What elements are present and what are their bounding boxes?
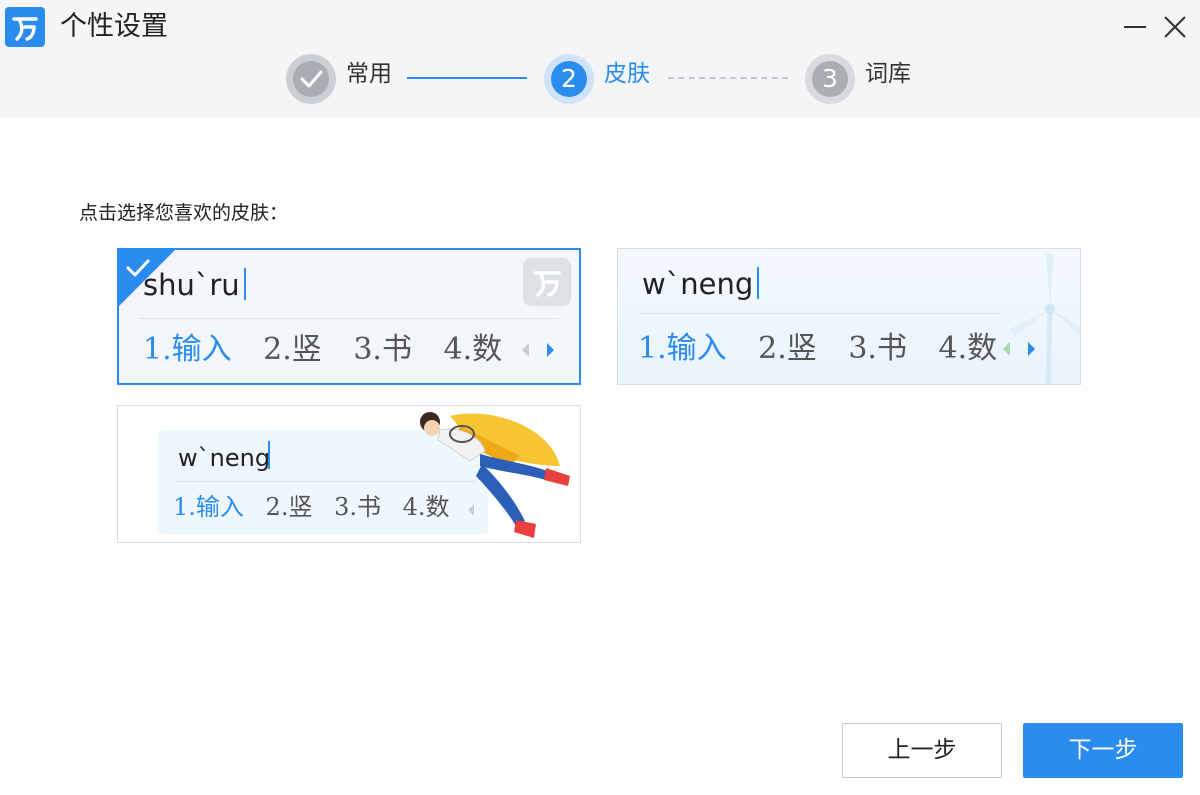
skin-option-windmill[interactable]: w`neng 1.输入 2.竖 3.书 4.数 <box>617 248 1081 385</box>
skin-option-flying[interactable]: w`neng 1.输入 2.竖 3.书 4.数 <box>117 405 581 543</box>
ime-logo-icon <box>523 258 571 306</box>
candidate-3: 3.书 <box>334 493 381 521</box>
candidate-1: 1.输入 <box>638 331 727 366</box>
pinyin-text: w`neng <box>178 444 271 472</box>
divider <box>640 313 1000 314</box>
next-step-button[interactable]: 下一步 <box>1023 723 1183 778</box>
candidate-1: 1.输入 <box>173 493 244 521</box>
page-arrows-icon <box>1003 342 1035 356</box>
candidate-2: 2.竖 <box>758 331 817 366</box>
step-completed-circle <box>286 54 336 104</box>
candidate-list: 1.输入 2.竖 3.书 4.数 <box>143 330 524 370</box>
minimize-icon <box>1124 26 1146 28</box>
candidate-2: 2.竖 <box>263 332 322 367</box>
close-icon <box>1164 16 1186 38</box>
step-label-skin: 皮肤 <box>604 61 650 87</box>
flying-person-illustration-icon <box>420 412 570 538</box>
candidate-list: 1.输入 2.竖 3.书 4.数 <box>638 329 1019 369</box>
instruction-text: 点击选择您喜欢的皮肤： <box>79 202 289 224</box>
step-number: 3 <box>812 61 848 97</box>
close-button[interactable] <box>1158 10 1192 44</box>
candidate-2: 2.竖 <box>265 493 313 521</box>
candidate-3: 3.书 <box>848 331 907 366</box>
candidate-4: 4.数 <box>938 331 998 366</box>
minimize-button[interactable] <box>1118 10 1152 44</box>
pinyin-text: shu`ru <box>143 268 240 302</box>
text-cursor <box>757 267 759 299</box>
step-label-common: 常用 <box>346 61 392 87</box>
step-active-circle: 2 <box>544 54 594 104</box>
step-pending-circle: 3 <box>805 54 855 104</box>
text-cursor <box>244 268 246 300</box>
divider <box>139 318 559 319</box>
candidate-3: 3.书 <box>353 332 412 367</box>
step-label-dictionary: 词库 <box>865 61 911 87</box>
text-cursor <box>268 441 270 469</box>
step-number: 2 <box>551 61 587 97</box>
step-connector-pending <box>668 77 788 79</box>
pinyin-text: w`neng <box>642 267 754 301</box>
window-title: 个性设置 <box>60 11 168 42</box>
windmill-icon <box>1010 254 1080 384</box>
candidate-4: 4.数 <box>443 332 503 367</box>
checkmark-icon <box>293 61 329 97</box>
step-connector-completed <box>407 77 527 79</box>
skin-option-default[interactable]: shu`ru 1.输入 2.竖 3.书 4.数 <box>117 248 581 385</box>
title-bar: 个性设置 常用 2 皮肤 3 词库 <box>0 0 1200 117</box>
previous-step-button[interactable]: 上一步 <box>842 723 1002 778</box>
app-logo-icon <box>5 7 45 47</box>
candidate-1: 1.输入 <box>143 332 232 367</box>
page-arrows-icon <box>522 343 554 357</box>
